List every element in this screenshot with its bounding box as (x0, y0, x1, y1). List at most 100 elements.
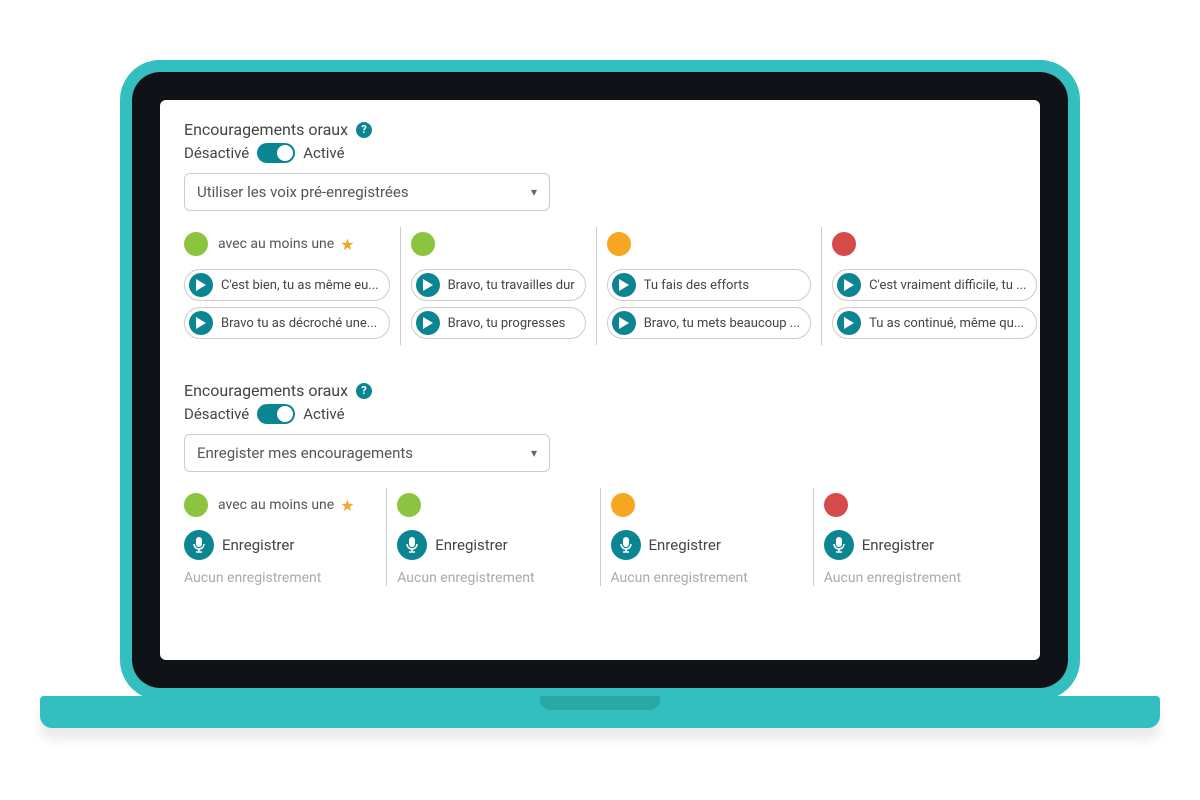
toggle-switch[interactable] (257, 143, 295, 163)
record-button[interactable]: Enregistrer (611, 530, 803, 560)
laptop-base (40, 696, 1160, 728)
play-phrase-button[interactable]: C'est bien, tu as même eu... (184, 269, 390, 301)
col-green-star: avec au moins une ★ C'est bien, tu as mê… (184, 227, 401, 345)
red-dot-icon (824, 493, 848, 517)
col-header (397, 488, 589, 522)
red-dot-icon (832, 232, 856, 256)
play-phrase-button[interactable]: Tu as continué, même qu... (832, 307, 1037, 339)
record-columns: avec au moins une ★ Enregistrer Aucun en… (184, 488, 1016, 586)
play-icon (189, 273, 213, 297)
toggle-on-label: Activé (303, 405, 344, 423)
play-phrase-button[interactable]: Bravo tu as décroché une... (184, 307, 390, 339)
record-label: Enregistrer (649, 536, 721, 554)
section-title: Encouragements oraux (184, 120, 348, 139)
phrase-columns: avec au moins une ★ C'est bien, tu as mê… (184, 227, 1016, 345)
col-header (611, 488, 803, 522)
phrase-text: Tu fais des efforts (644, 278, 800, 293)
app-screen: Encouragements oraux ? Désactivé Activé … (160, 100, 1040, 660)
col-green: Enregistrer Aucun enregistrement (387, 488, 600, 586)
laptop-bezel: Encouragements oraux ? Désactivé Activé … (132, 72, 1068, 688)
stage: Encouragements oraux ? Désactivé Activé … (0, 0, 1200, 800)
play-phrase-button[interactable]: Bravo, tu mets beaucoup ... (607, 307, 811, 339)
laptop-notch (540, 696, 660, 710)
play-icon (416, 273, 440, 297)
green-dot-icon (397, 493, 421, 517)
help-icon[interactable]: ? (356, 383, 372, 399)
col-red: Enregistrer Aucun enregistrement (814, 488, 1016, 586)
phrase-text: C'est bien, tu as même eu... (221, 278, 379, 293)
orange-dot-icon (607, 232, 631, 256)
play-icon (837, 311, 861, 335)
microphone-icon (184, 530, 214, 560)
record-button[interactable]: Enregistrer (184, 530, 376, 560)
record-label: Enregistrer (222, 536, 294, 554)
toggle-switch[interactable] (257, 404, 295, 424)
voice-select-value: Enregister mes encouragements (197, 444, 413, 462)
col-header (824, 488, 1016, 522)
record-label: Enregistrer (435, 536, 507, 554)
play-phrase-button[interactable]: Bravo, tu travailles dur (411, 269, 586, 301)
voice-select-value: Utiliser les voix pré-enregistrées (197, 183, 409, 201)
phrase-text: Bravo tu as décroché une... (221, 316, 379, 331)
help-icon[interactable]: ? (356, 122, 372, 138)
empty-text: Aucun enregistrement (397, 570, 589, 586)
col-green: Bravo, tu travailles dur Bravo, tu progr… (401, 227, 597, 345)
toggle-off-label: Désactivé (184, 405, 249, 423)
star-prefix: avec au moins une (218, 236, 334, 252)
record-label: Enregistrer (862, 536, 934, 554)
laptop-outline: Encouragements oraux ? Désactivé Activé … (120, 60, 1080, 700)
col-header (411, 227, 586, 261)
col-green-star: avec au moins une ★ Enregistrer Aucun en… (184, 488, 387, 586)
microphone-icon (397, 530, 427, 560)
section-title: Encouragements oraux (184, 381, 348, 400)
col-orange: Enregistrer Aucun enregistrement (601, 488, 814, 586)
record-button[interactable]: Enregistrer (397, 530, 589, 560)
green-dot-icon (411, 232, 435, 256)
phrase-text: Tu as continué, même qu... (869, 316, 1026, 331)
microphone-icon (824, 530, 854, 560)
col-header (607, 227, 811, 261)
chevron-down-icon: ▾ (531, 446, 537, 460)
play-phrase-button[interactable]: C'est vraiment difficile, tu ... (832, 269, 1037, 301)
star-prefix: avec au moins une (218, 497, 334, 513)
voice-select[interactable]: Utiliser les voix pré-enregistrées ▾ (184, 173, 550, 211)
record-button[interactable]: Enregistrer (824, 530, 1016, 560)
play-icon (416, 311, 440, 335)
empty-text: Aucun enregistrement (184, 570, 376, 586)
green-dot-icon (184, 493, 208, 517)
phrase-text: Bravo, tu progresses (448, 316, 575, 331)
phrase-text: C'est vraiment difficile, tu ... (869, 278, 1026, 293)
toggle-off-label: Désactivé (184, 144, 249, 162)
section-prerecorded: Encouragements oraux ? Désactivé Activé … (184, 120, 1016, 345)
play-icon (612, 273, 636, 297)
orange-dot-icon (611, 493, 635, 517)
play-icon (612, 311, 636, 335)
phrase-text: Bravo, tu travailles dur (448, 278, 575, 293)
col-header: avec au moins une ★ (184, 227, 390, 261)
empty-text: Aucun enregistrement (611, 570, 803, 586)
play-icon (837, 273, 861, 297)
green-dot-icon (184, 232, 208, 256)
toggle-knob (277, 145, 293, 161)
toggle-knob (277, 406, 293, 422)
col-red: C'est vraiment difficile, tu ... Tu as c… (822, 227, 1037, 345)
microphone-icon (611, 530, 641, 560)
chevron-down-icon: ▾ (531, 185, 537, 199)
toggle-row: Désactivé Activé (184, 143, 1016, 163)
star-icon: ★ (340, 235, 354, 254)
star-icon: ★ (340, 496, 354, 515)
section-title-row: Encouragements oraux ? (184, 120, 1016, 139)
play-phrase-button[interactable]: Bravo, tu progresses (411, 307, 586, 339)
phrase-text: Bravo, tu mets beaucoup ... (644, 316, 800, 331)
col-orange: Tu fais des efforts Bravo, tu mets beauc… (597, 227, 822, 345)
section-title-row: Encouragements oraux ? (184, 381, 1016, 400)
empty-text: Aucun enregistrement (824, 570, 1016, 586)
col-header (832, 227, 1037, 261)
play-phrase-button[interactable]: Tu fais des efforts (607, 269, 811, 301)
voice-select[interactable]: Enregister mes encouragements ▾ (184, 434, 550, 472)
col-header: avec au moins une ★ (184, 488, 376, 522)
section-record-own: Encouragements oraux ? Désactivé Activé … (184, 381, 1016, 586)
play-icon (189, 311, 213, 335)
toggle-row: Désactivé Activé (184, 404, 1016, 424)
toggle-on-label: Activé (303, 144, 344, 162)
